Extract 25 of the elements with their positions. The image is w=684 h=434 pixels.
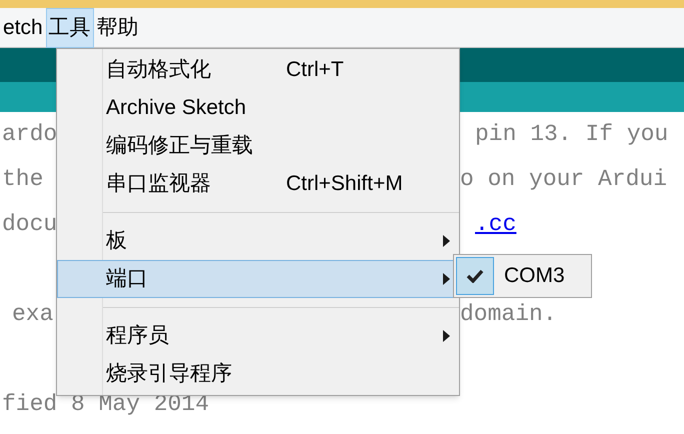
- submenu-arrow-icon: [443, 273, 450, 285]
- menu-item[interactable]: 自动格式化 Ctrl+T: [57, 51, 459, 89]
- code-text: the: [2, 166, 44, 192]
- menu-item[interactable]: 烧录引导程序: [57, 355, 459, 393]
- code-text: pin 13. If you: [475, 120, 668, 150]
- checkmark-icon: [466, 269, 484, 283]
- menu-item[interactable]: 编码修正与重载: [57, 127, 459, 165]
- shortcut-text: Ctrl+T: [286, 57, 344, 84]
- code-text: o on your Ardui: [460, 165, 668, 194]
- menu-item[interactable]: 程序员: [57, 317, 459, 355]
- code-text: domain.: [460, 300, 557, 330]
- code-text: docu: [2, 211, 58, 238]
- code-text: exa: [12, 301, 54, 328]
- menu-item[interactable]: 串口监视器 Ctrl+Shift+M: [57, 165, 459, 203]
- menu-bar-item[interactable]: 工具: [46, 8, 94, 48]
- menu-bar-item[interactable]: etch: [0, 8, 46, 48]
- shortcut-text: Ctrl+Shift+M: [286, 171, 403, 198]
- menu-item[interactable]: COM3: [456, 257, 589, 295]
- submenu-arrow-icon: [443, 235, 450, 247]
- submenu-arrow-icon: [443, 330, 450, 342]
- code-text: ardo: [2, 121, 58, 148]
- menu-bar-item[interactable]: 帮助: [94, 8, 142, 48]
- documentation-link[interactable]: .cc: [475, 207, 516, 242]
- menu-item[interactable]: 板: [57, 222, 459, 260]
- menu-item[interactable]: Archive Sketch: [57, 89, 459, 127]
